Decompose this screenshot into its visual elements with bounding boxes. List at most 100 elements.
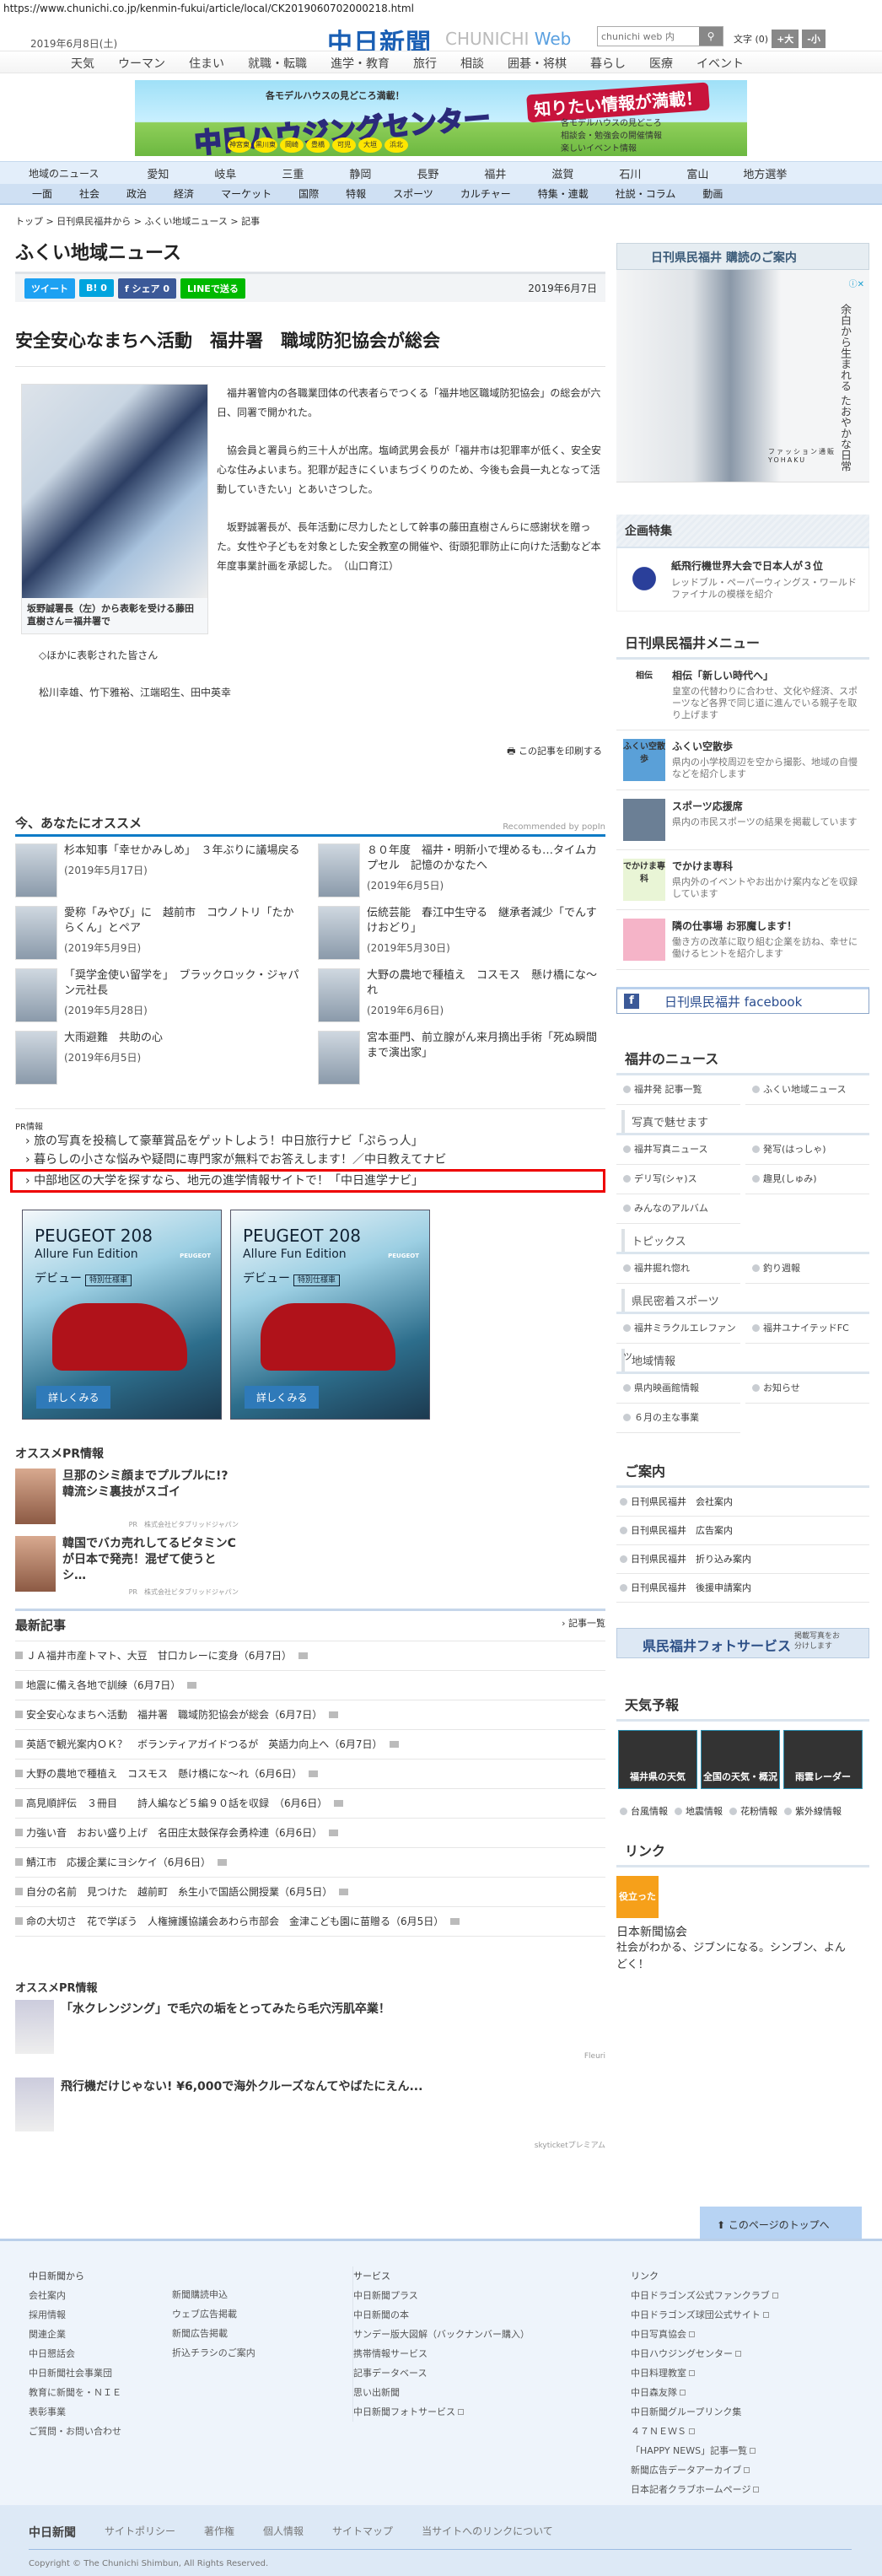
nav-link[interactable]: 福井ユナイテッドFC bbox=[745, 1314, 869, 1344]
topnav-item[interactable]: 医療 bbox=[637, 51, 685, 73]
recommend-item[interactable]: 愛称「みやび」に 越前市 コウノトリ「たからくん」とペア (2019年5月9日) bbox=[15, 906, 303, 963]
nav-link[interactable]: 日刊県民福井 後援申請案内 bbox=[616, 1574, 869, 1603]
topnav-item[interactable]: 旅行 bbox=[401, 51, 449, 73]
footer-link[interactable]: 中日写真協会 bbox=[631, 2325, 778, 2344]
footer-link[interactable]: 表彰事業 bbox=[29, 2402, 121, 2422]
footer-link[interactable]: ご質問・お問い合わせ bbox=[29, 2422, 121, 2441]
nav-link[interactable]: 日刊県民福井 広告案内 bbox=[616, 1517, 869, 1545]
nav-link[interactable]: 日刊県民福井 会社案内 bbox=[616, 1488, 869, 1517]
footer-link[interactable]: 中日懇話会 bbox=[29, 2344, 121, 2363]
topnav-item[interactable]: 進学・教育 bbox=[319, 51, 401, 73]
topnav-item[interactable]: 天気 bbox=[59, 51, 106, 73]
nav-link[interactable]: デリ写(シャ)ス bbox=[616, 1165, 740, 1194]
font-larger-button[interactable]: +大 bbox=[772, 30, 799, 48]
ad-cta-button[interactable]: 詳しくみる bbox=[36, 1386, 111, 1409]
recommend-item[interactable]: 杉本知事「幸せかみしめ」 ３年ぶりに議場戻る (2019年5月17日) bbox=[15, 843, 303, 901]
menu-item[interactable]: ふくい空散歩 ふくい空散歩 県内の小学校周辺を空から撮影、地域の自慢などを紹介します bbox=[616, 730, 869, 790]
footer-bottom-link[interactable]: サイトポリシー bbox=[105, 2524, 175, 2541]
footer-link[interactable]: 会社案内 bbox=[29, 2286, 121, 2305]
category-nav-item[interactable]: 動画 bbox=[689, 186, 736, 201]
region-nav-item[interactable]: 静岡 bbox=[326, 165, 394, 181]
line-share-button[interactable]: LINEで送る bbox=[180, 278, 245, 299]
latest-article[interactable]: 地震に備え各地で訓練（6月7日） bbox=[15, 1671, 605, 1700]
nav-link[interactable]: お知らせ bbox=[745, 1374, 869, 1404]
footer-link[interactable]: 中日料理教室 bbox=[631, 2363, 778, 2383]
region-nav-item[interactable]: 滋賀 bbox=[529, 165, 596, 181]
breadcrumb[interactable]: トップ > 日刊県民福井から > ふくい地域ニュース > 記事 bbox=[15, 214, 605, 228]
article-list-link[interactable]: › 記事一覧 bbox=[562, 1616, 605, 1634]
tweet-button[interactable]: ツイート bbox=[24, 278, 75, 299]
recommend-item[interactable]: 宮本亜門、前立腺がん来月摘出手術「死ぬ瞬間まで演出家」 bbox=[318, 1031, 605, 1088]
latest-article[interactable]: 力強い音 おおい盛り上げ 名田庄太鼓保存会勇枠連（6月6日） bbox=[15, 1819, 605, 1848]
footer-link[interactable]: 中日新聞フォトサービス bbox=[353, 2402, 530, 2422]
footer-link[interactable]: 中日森友隊 bbox=[631, 2383, 778, 2402]
nav-link[interactable]: みんなのアルバム bbox=[616, 1194, 740, 1224]
footer-link[interactable]: 携帯情報サービス bbox=[353, 2344, 530, 2363]
footer-link[interactable]: 新聞広告掲載 bbox=[172, 2324, 255, 2343]
nav-link[interactable]: 福井掘れ惚れ bbox=[616, 1254, 740, 1284]
menu-item[interactable]: 相伝 相伝「新しい時代へ」 皇室の代替わりに合わせ、文化や経済、スポーツなど各界で同… bbox=[616, 660, 869, 730]
footer-link[interactable]: 中日ハウジングセンター bbox=[631, 2344, 778, 2363]
footer-bottom-link[interactable]: 著作権 bbox=[204, 2524, 234, 2541]
pr-link[interactable]: › 暮らしの小さな悩みや疑問に専門家が無料でお答えします！／中日教えてナビ bbox=[15, 1151, 605, 1169]
weather-link[interactable]: 花粉情報 bbox=[729, 1804, 777, 1818]
footer-link[interactable]: ウェブ広告掲載 bbox=[172, 2304, 255, 2324]
nav-link[interactable]: 福井写真ニュース bbox=[616, 1135, 740, 1165]
footer-link[interactable]: 中日新聞の本 bbox=[353, 2305, 530, 2325]
weather-link[interactable]: 地震情報 bbox=[675, 1804, 723, 1818]
font-smaller-button[interactable]: -小 bbox=[802, 30, 826, 48]
address-url[interactable]: https://www.chunichi.co.jp/kenmin-fukui/… bbox=[3, 3, 414, 14]
print-link[interactable]: 🖶 この記事を印刷する bbox=[15, 744, 605, 760]
footer-link[interactable]: 教育に新聞を・ＮＩＥ bbox=[29, 2383, 121, 2402]
category-nav-item[interactable]: 経済 bbox=[160, 186, 207, 201]
weather-tile[interactable]: 雨雲レーダー bbox=[783, 1730, 863, 1789]
menu-item[interactable]: でかけま専科 でかけま専科 県内外のイベントやお出かけ案内などを収録しています bbox=[616, 850, 869, 910]
facebook-share-button[interactable]: f シェア 0 bbox=[117, 278, 176, 299]
footer-link[interactable]: 中日ドラゴンズ球団公式サイト bbox=[631, 2305, 778, 2325]
nav-link[interactable]: 日刊県民福井 折り込み案内 bbox=[616, 1545, 869, 1574]
category-nav-item[interactable]: 国際 bbox=[285, 186, 332, 201]
topnav-item[interactable]: 囲碁・将棋 bbox=[496, 51, 578, 73]
hatena-button[interactable]: B! 0 bbox=[79, 279, 114, 297]
region-nav-item[interactable]: 愛知 bbox=[124, 165, 191, 181]
footer-link[interactable]: 日本記者クラブホームページ bbox=[631, 2480, 778, 2499]
topnav-item[interactable]: 就職・転職 bbox=[236, 51, 319, 73]
latest-article[interactable]: 大野の農地で種植え コスモス 懸け橋にな〜れ（6月6日） bbox=[15, 1760, 605, 1789]
region-nav-item[interactable]: 福井 bbox=[461, 165, 529, 181]
topnav-item[interactable]: イベント bbox=[685, 51, 756, 73]
topnav-item[interactable]: 住まい bbox=[177, 51, 236, 73]
peugeot-ad[interactable]: PEUGEOT 208 Allure Fun Edition デビュー 特別仕様車 PE… bbox=[230, 1210, 430, 1420]
ad-cta-button[interactable]: 詳しくみる bbox=[245, 1386, 320, 1409]
latest-article[interactable]: 高見順評伝 ３冊目 詩人編など５編９０話を収録 （6月6日） bbox=[15, 1789, 605, 1819]
region-nav-item[interactable]: 石川 bbox=[596, 165, 664, 181]
yohaku-ad[interactable]: ⓘ✕ 余白から生まれる たおやかな日常 ファッション通販 YOHAKU bbox=[616, 270, 869, 482]
press-association-name[interactable]: 日本新聞協会 bbox=[616, 1923, 869, 1940]
weather-link[interactable]: 台風情報 bbox=[620, 1804, 668, 1818]
region-nav-item[interactable]: 三重 bbox=[259, 165, 326, 181]
osusume-item[interactable]: 韓国でバカ売れしてるビタミンCが日本で発売！混ぜて使うとシ… PR 株式会社ビタブ… bbox=[15, 1536, 239, 1597]
search-input[interactable] bbox=[598, 27, 699, 46]
footer-link[interactable]: 中日新聞社会事業団 bbox=[29, 2363, 121, 2383]
recommend-item[interactable]: 伝統芸能 春江中生守る 継承者減少「でんすけおどり」 (2019年5月30日) bbox=[318, 906, 605, 963]
back-to-top-button[interactable]: ⬆ このページのトップへ bbox=[700, 2207, 862, 2239]
category-nav-item[interactable]: 社会 bbox=[66, 186, 113, 201]
recommend-item[interactable]: 大野の農地で種植え コスモス 懸け橋にな〜れ (2019年6月6日) bbox=[318, 968, 605, 1026]
ad-close-icon[interactable]: ⓘ✕ bbox=[849, 277, 864, 289]
footer-logo[interactable]: 中日新聞 bbox=[29, 2524, 76, 2541]
latest-article[interactable]: 自分の名前 見つけた 越前町 糸生小で国語公開授業（6月5日） bbox=[15, 1878, 605, 1907]
region-nav-item[interactable]: 岐阜 bbox=[191, 165, 259, 181]
peugeot-ad[interactable]: PEUGEOT 208 Allure Fun Edition デビュー 特別仕様車 PE… bbox=[22, 1210, 222, 1420]
footer-link[interactable]: 記事データベース bbox=[353, 2363, 530, 2383]
category-nav-item[interactable]: マーケット bbox=[207, 186, 285, 201]
footer-link[interactable]: サンデー版大図解（バックナンバー購入） bbox=[353, 2325, 530, 2344]
weather-tile[interactable]: 福井県の天気 bbox=[618, 1730, 697, 1789]
footer-link[interactable]: 関連企業 bbox=[29, 2325, 121, 2344]
nav-link[interactable]: 発写(はっしゃ) bbox=[745, 1135, 869, 1165]
footer-link[interactable]: 採用情報 bbox=[29, 2305, 121, 2325]
footer-bottom-link[interactable]: サイトマップ bbox=[332, 2524, 393, 2541]
latest-article[interactable]: 鯖江市 応援企業にヨシケイ（6月6日） bbox=[15, 1848, 605, 1878]
category-nav-item[interactable]: 特集・連載 bbox=[524, 186, 602, 201]
nav-link[interactable]: 県内映画館情報 bbox=[616, 1374, 740, 1404]
recommend-item[interactable]: 「奨学金使い留学を」 ブラックロック・ジャパン元社長 (2019年5月28日) bbox=[15, 968, 303, 1026]
topnav-item[interactable]: 暮らし bbox=[578, 51, 637, 73]
